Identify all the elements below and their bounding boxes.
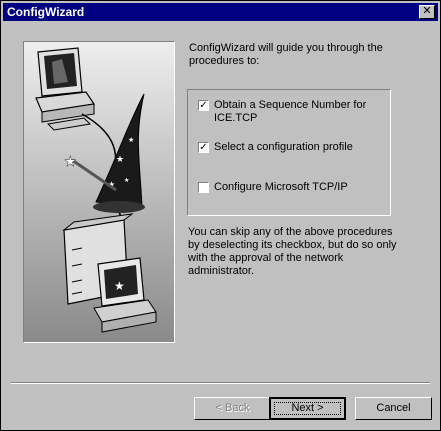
next-button[interactable]: Next > (269, 397, 346, 420)
illustration-svg: ★ ★ ★ ★ ★ ★ (24, 42, 174, 342)
checkmark-icon: ✓ (199, 142, 208, 153)
wizard-illustration: ★ ★ ★ ★ ★ ★ (23, 41, 175, 343)
intro-text: ConfigWizard will guide you through the … (189, 42, 383, 67)
checkmark-icon: ✓ (199, 100, 208, 111)
cancel-button[interactable]: Cancel (355, 397, 432, 420)
back-button[interactable]: < Back (194, 397, 271, 420)
separator (11, 382, 430, 384)
svg-text:★: ★ (64, 153, 77, 169)
checkbox-configuration-profile[interactable]: ✓ (198, 142, 209, 153)
option-label-sequence-number: Obtain a Sequence Number for ICE.TCP (214, 99, 367, 124)
focus-rectangle (274, 402, 341, 415)
window-title: ConfigWizard (7, 5, 85, 19)
checkbox-sequence-number[interactable]: ✓ (198, 100, 209, 111)
svg-text:★: ★ (116, 154, 124, 164)
svg-text:★: ★ (124, 177, 129, 184)
close-button[interactable]: ✕ (419, 5, 435, 19)
svg-text:★: ★ (128, 136, 134, 144)
svg-text:★: ★ (114, 279, 125, 293)
note-text: You can skip any of the above procedures… (188, 226, 397, 277)
procedures-group: ✓ Obtain a Sequence Number for ICE.TCP ✓… (187, 89, 391, 216)
title-bar[interactable]: ConfigWizard ✕ (3, 3, 438, 21)
option-label-tcp-ip: Configure Microsoft TCP/IP (214, 181, 348, 193)
checkbox-tcp-ip[interactable] (198, 182, 209, 193)
option-label-configuration-profile: Select a configuration profile (214, 141, 353, 153)
close-icon: ✕ (422, 5, 432, 17)
config-wizard-window: ConfigWizard ✕ ★ ★ ★ ★ ★ ★ ConfigWizard … (0, 0, 441, 431)
